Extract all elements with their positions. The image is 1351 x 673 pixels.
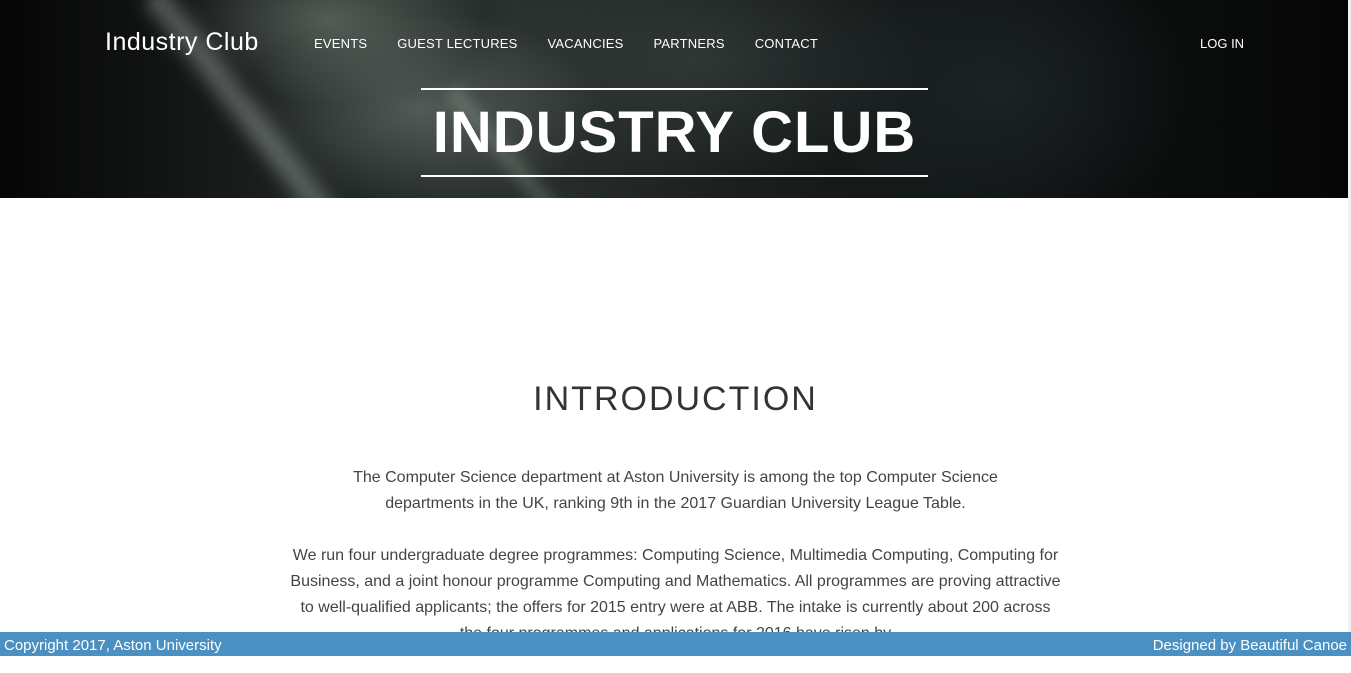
footer-copyright: Copyright 2017, Aston University: [4, 637, 222, 654]
nav-item-events[interactable]: EVENTS: [314, 36, 367, 51]
intro-paragraph: The Computer Science department at Aston…: [353, 469, 998, 512]
footer-bar: Copyright 2017, Aston University Designe…: [0, 632, 1351, 656]
nav-item-guest-lectures[interactable]: GUEST LECTURES: [397, 36, 517, 51]
brand-logo-link[interactable]: Industry Club: [105, 28, 259, 57]
footer-credit: Designed by Beautiful Canoe: [1152, 637, 1347, 654]
nav-item-vacancies[interactable]: VACANCIES: [548, 36, 624, 51]
hero-header: Industry Club EVENTS GUEST LECTURES VACA…: [0, 0, 1351, 198]
nav-item-contact[interactable]: CONTACT: [755, 36, 818, 51]
section-title: INTRODUCTION: [533, 380, 818, 418]
login-link[interactable]: LOG IN: [1200, 36, 1244, 51]
hero-title: INDUSTRY CLUB: [432, 99, 917, 165]
nav-item-partners[interactable]: PARTNERS: [654, 36, 725, 51]
main-nav: EVENTS GUEST LECTURES VACANCIES PARTNERS…: [314, 36, 848, 51]
hero-title-frame: INDUSTRY CLUB: [421, 88, 928, 177]
